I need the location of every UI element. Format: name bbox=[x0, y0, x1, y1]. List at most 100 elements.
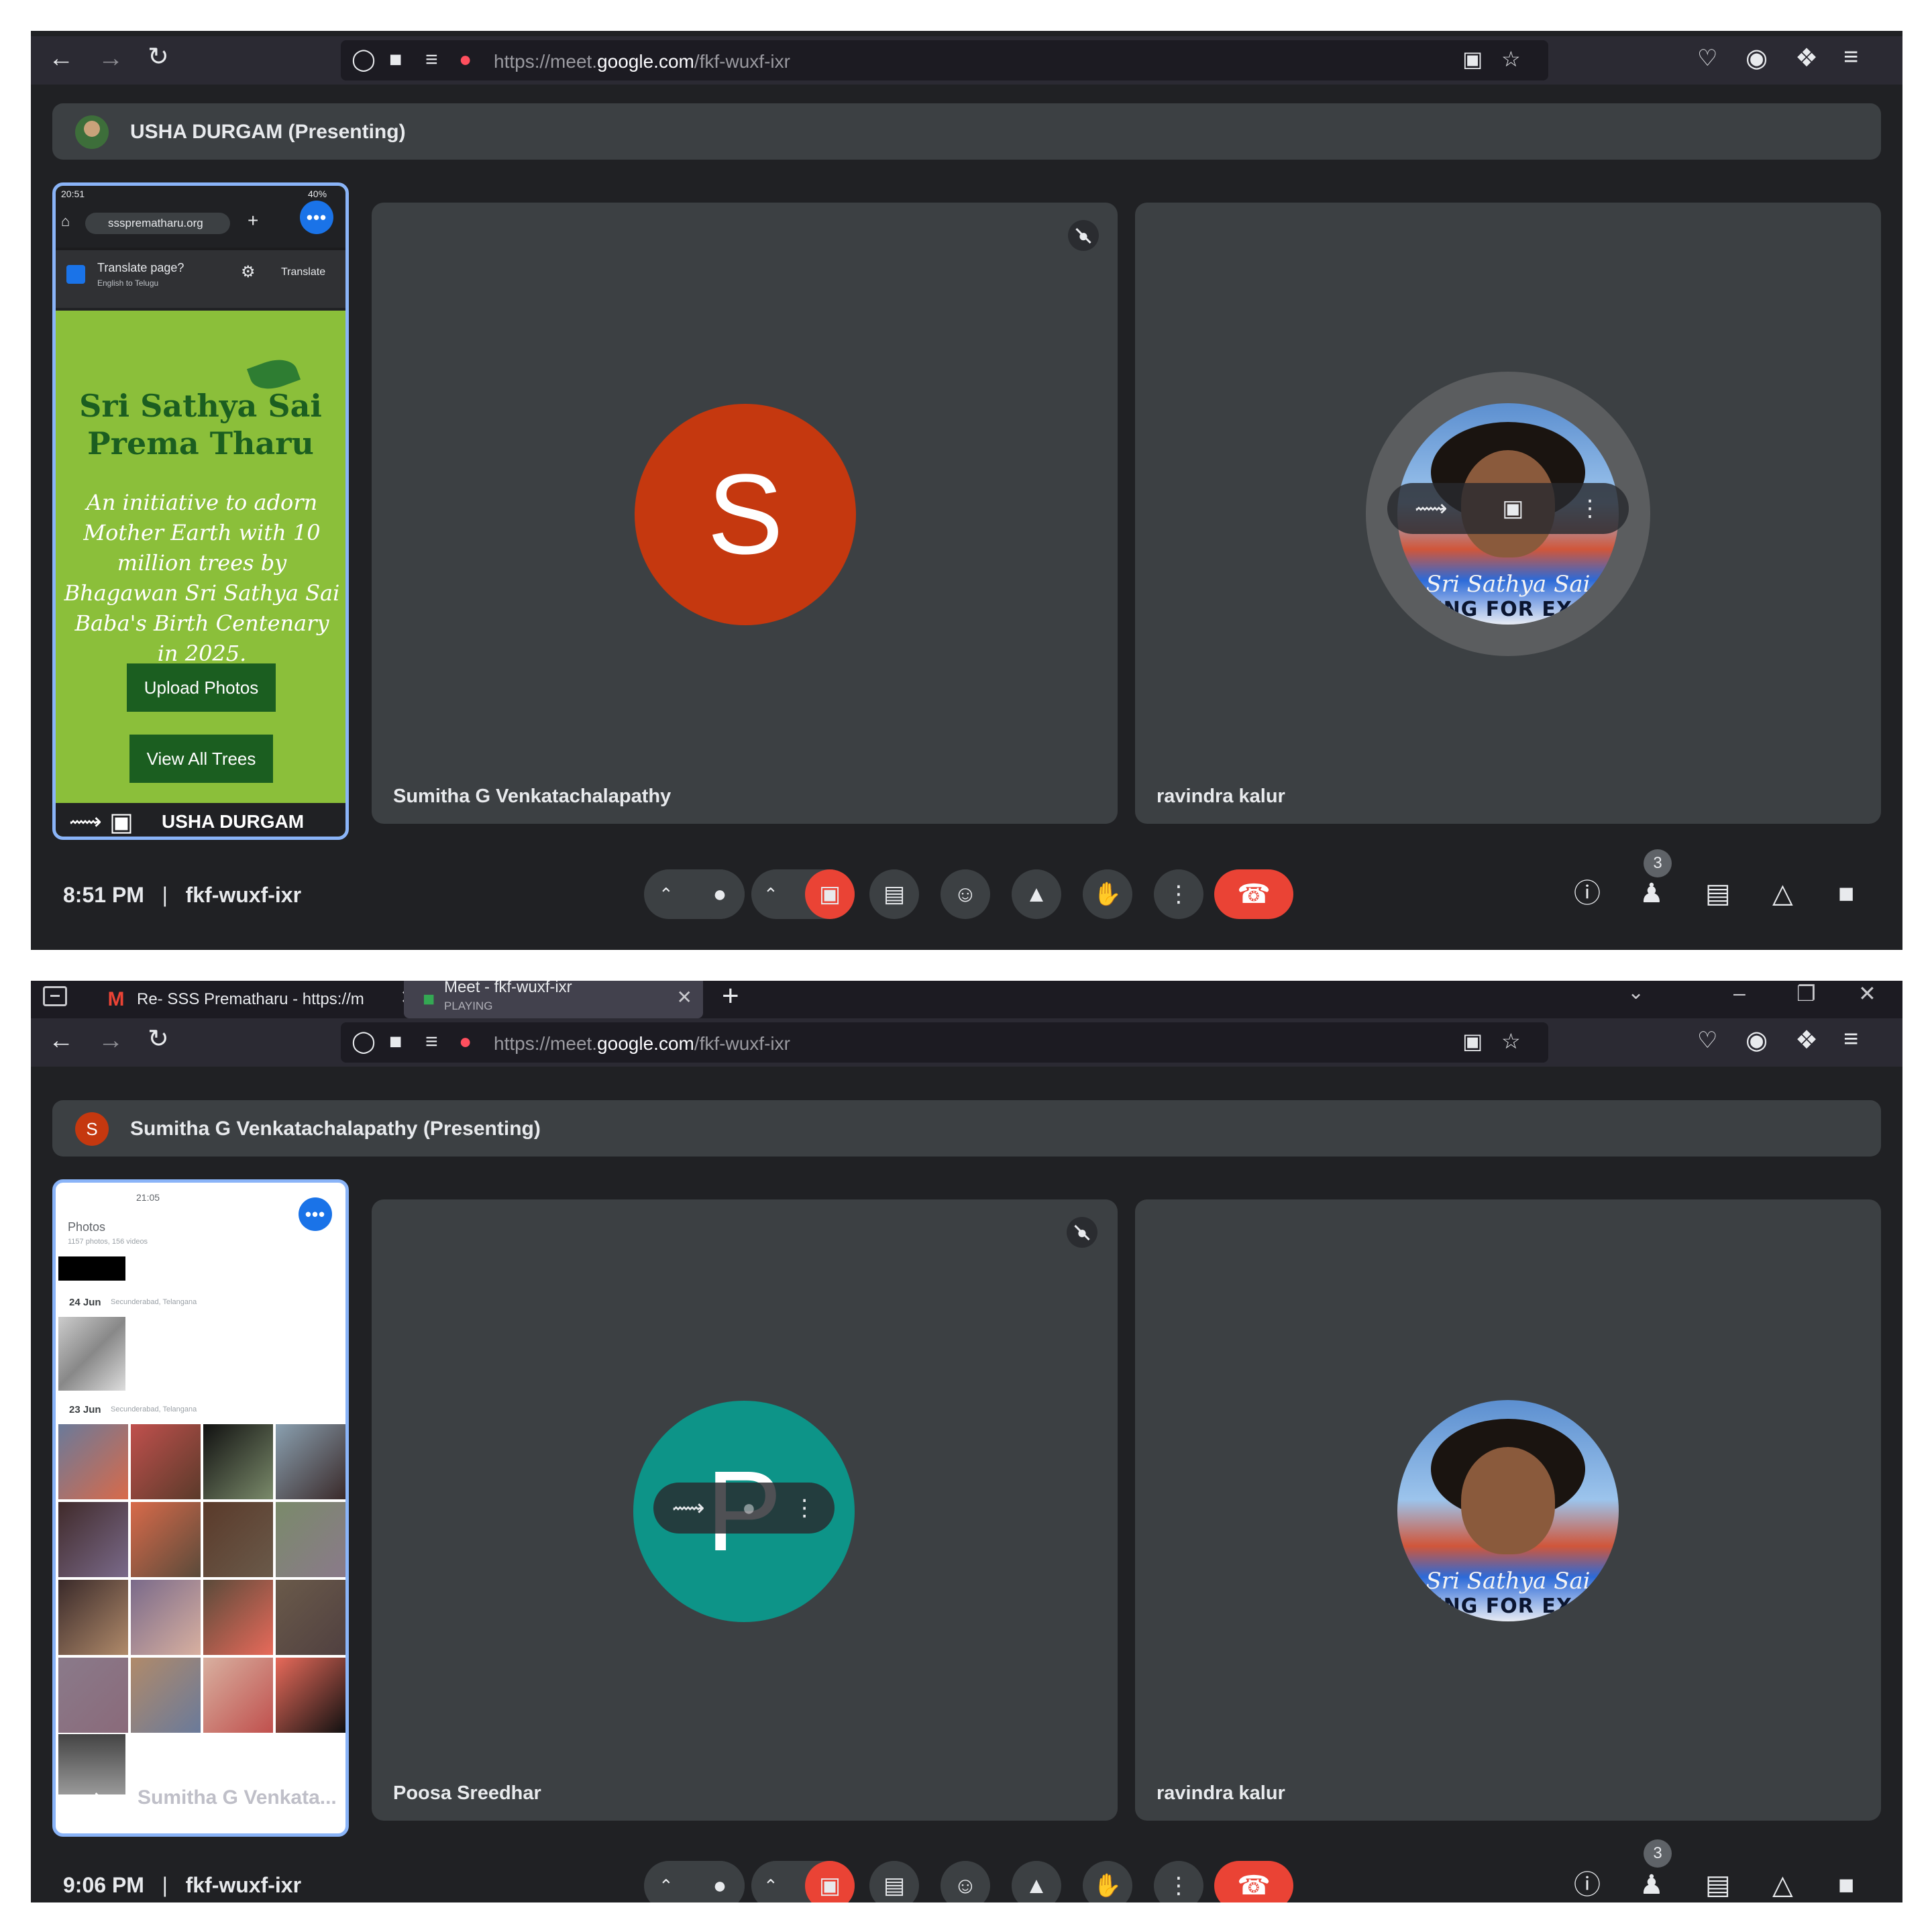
translate-title: Translate page? bbox=[97, 261, 184, 274]
host-controls-icon[interactable]: ■ bbox=[1838, 880, 1854, 907]
new-tab-icon[interactable]: + bbox=[722, 981, 739, 1013]
present-button[interactable]: ▲ bbox=[1012, 869, 1061, 919]
chevron-up-icon[interactable]: ⌃ bbox=[659, 884, 674, 905]
close-icon[interactable]: ✕ bbox=[677, 986, 692, 1008]
present-icon[interactable]: ▣ bbox=[109, 807, 133, 837]
account-icon[interactable]: ◉ bbox=[1746, 1028, 1768, 1053]
raise-hand-button[interactable]: ✋ bbox=[1083, 1861, 1132, 1902]
minimize-icon[interactable]: – bbox=[1733, 981, 1746, 1006]
raise-hand-button[interactable]: ✋ bbox=[1083, 869, 1132, 919]
permissions-icon[interactable]: ≡ bbox=[425, 48, 438, 70]
frame-person-icon[interactable]: ▣ bbox=[1502, 495, 1523, 522]
reload-icon[interactable]: ↻ bbox=[148, 44, 169, 70]
tile-hover-controls: ⟿ ▣ ⋮ bbox=[1387, 483, 1629, 534]
chat-icon[interactable]: ▤ bbox=[1705, 880, 1731, 907]
end-call-button[interactable]: ☎ bbox=[1214, 1861, 1293, 1902]
mic-button[interactable]: ● bbox=[695, 869, 745, 919]
lock-icon[interactable]: ■ bbox=[389, 48, 402, 70]
pocket-icon[interactable]: ♡ bbox=[1697, 47, 1717, 70]
participant-tile[interactable]: ● S Sumitha G Venkatachalapathy bbox=[372, 203, 1118, 824]
url-bar[interactable]: ◯ ■ ≡ ● https://meet.google.com/fkf-wuxf… bbox=[341, 1022, 1548, 1063]
host-controls-icon[interactable]: ■ bbox=[1838, 1872, 1854, 1898]
menu-icon[interactable]: ≡ bbox=[1843, 44, 1858, 70]
info-icon[interactable]: ⓘ bbox=[1574, 880, 1601, 907]
pocket-icon[interactable]: ♡ bbox=[1697, 1029, 1717, 1052]
reader-mode-icon[interactable]: ▣ bbox=[1462, 48, 1483, 70]
mic-blocked-icon[interactable]: ● bbox=[459, 48, 472, 70]
activities-icon[interactable]: △ bbox=[1772, 880, 1793, 907]
more-options-icon[interactable]: ⋮ bbox=[1578, 495, 1601, 522]
end-call-button[interactable]: ☎ bbox=[1214, 869, 1293, 919]
avatar bbox=[75, 115, 109, 149]
emoji-button[interactable]: ☺ bbox=[941, 869, 990, 919]
permissions-icon[interactable]: ≡ bbox=[425, 1030, 438, 1052]
people-icon[interactable]: ♟ bbox=[1640, 880, 1664, 907]
shield-icon[interactable]: ◯ bbox=[352, 48, 376, 70]
back-icon[interactable]: ← bbox=[48, 46, 74, 71]
restore-icon[interactable]: ❐ bbox=[1796, 981, 1816, 1006]
translate-subtitle: English to Telugu bbox=[97, 278, 159, 288]
extensions-icon[interactable]: ❖ bbox=[1795, 1028, 1818, 1053]
photos-date: 23 Jun bbox=[69, 1404, 101, 1415]
shield-icon[interactable]: ◯ bbox=[352, 1030, 376, 1052]
mic-blocked-icon[interactable]: ● bbox=[459, 1030, 472, 1052]
account-icon[interactable]: ◉ bbox=[1746, 46, 1768, 71]
present-button[interactable]: ▲ bbox=[1012, 1861, 1061, 1902]
participant-tile[interactable]: Sri Sathya Sai MING FOR EXCE ravindra ka… bbox=[1135, 1199, 1881, 1821]
pin-icon[interactable]: ⟿ bbox=[69, 808, 102, 835]
tab-gmail[interactable]: M Re- SSS Prematharu - https://m ✕ bbox=[91, 981, 427, 1018]
close-window-icon[interactable]: ✕ bbox=[1858, 981, 1876, 1006]
photo-thumbnail bbox=[131, 1658, 201, 1733]
captions-button[interactable]: ▤ bbox=[869, 869, 919, 919]
participant-name: Sumitha G Venkatachalapathy bbox=[393, 786, 672, 807]
tab-list-icon[interactable] bbox=[43, 986, 67, 1006]
star-icon[interactable]: ☆ bbox=[1501, 1030, 1521, 1052]
forward-icon[interactable]: → bbox=[98, 46, 123, 71]
participant-tile[interactable]: Sri Sathya Sai MING FOR EXCE ⟿ ▣ ⋮ ravin… bbox=[1135, 203, 1881, 824]
reader-mode-icon[interactable]: ▣ bbox=[1462, 1030, 1483, 1052]
lock-icon[interactable]: ■ bbox=[389, 1030, 402, 1052]
pin-icon[interactable]: ⟿ bbox=[672, 1495, 705, 1521]
more-options-button[interactable]: ⋮ bbox=[1154, 1861, 1203, 1902]
mic-button[interactable]: ● bbox=[695, 1861, 745, 1902]
chevron-up-icon[interactable]: ⌃ bbox=[659, 1876, 674, 1896]
phone-url-field: sssprematharu.org bbox=[85, 213, 230, 234]
more-options-icon[interactable]: ⋮ bbox=[793, 1495, 816, 1521]
phone-status-time: 21:05 bbox=[136, 1192, 160, 1203]
star-icon[interactable]: ☆ bbox=[1501, 48, 1521, 70]
pin-icon[interactable]: ⟿ bbox=[69, 1784, 102, 1811]
url-text[interactable]: https://meet.google.com/fkf-wuxf-ixr bbox=[494, 51, 790, 72]
chat-icon[interactable]: ▤ bbox=[1705, 1872, 1731, 1898]
chevron-up-icon[interactable]: ⌃ bbox=[763, 884, 778, 905]
chevron-down-icon[interactable]: ⌄ bbox=[1627, 981, 1644, 1004]
info-icon[interactable]: ⓘ bbox=[1574, 1872, 1601, 1898]
forward-icon[interactable]: → bbox=[98, 1028, 123, 1053]
people-icon[interactable]: ♟ bbox=[1640, 1872, 1664, 1898]
browser-nav-bar: ← → ↻ ◯ ■ ≡ ● https://meet.google.com/fk… bbox=[31, 1018, 1902, 1067]
camera-off-button[interactable]: ▣ bbox=[805, 1861, 855, 1902]
share-options-icon[interactable]: ••• bbox=[300, 201, 333, 234]
share-tile-footer: ⟿ ▣ USHA DURGAM bbox=[56, 803, 345, 837]
camera-off-button[interactable]: ▣ bbox=[805, 869, 855, 919]
browser-tab-strip: M Re- SSS Prematharu - https://m ✕ ■ Mee… bbox=[31, 981, 1902, 1018]
participant-tile[interactable]: ● P ⟿ ● ⋮ Poosa Sreedhar bbox=[372, 1199, 1118, 1821]
more-options-button[interactable]: ⋮ bbox=[1154, 869, 1203, 919]
tab-label: Meet - fkf-wuxf-ixr bbox=[444, 981, 572, 996]
menu-icon[interactable]: ≡ bbox=[1843, 1026, 1858, 1052]
share-options-icon[interactable]: ••• bbox=[299, 1197, 332, 1231]
emoji-button[interactable]: ☺ bbox=[941, 1861, 990, 1902]
screen-share-tile[interactable]: 20:51 40% ⌂ sssprematharu.org + Translat… bbox=[52, 182, 349, 840]
activities-icon[interactable]: △ bbox=[1772, 1872, 1793, 1898]
back-icon[interactable]: ← bbox=[48, 1028, 74, 1053]
url-bar[interactable]: ◯ ■ ≡ ● https://meet.google.com/fkf-wuxf… bbox=[341, 40, 1548, 80]
tab-meet[interactable]: ■ Meet - fkf-wuxf-ixr PLAYING ✕ bbox=[404, 981, 703, 1018]
reload-icon[interactable]: ↻ bbox=[148, 1026, 169, 1052]
url-text[interactable]: https://meet.google.com/fkf-wuxf-ixr bbox=[494, 1033, 790, 1055]
screen-share-tile[interactable]: 21:05 ••• Photos 1157 photos, 156 videos… bbox=[52, 1179, 349, 1837]
captions-button[interactable]: ▤ bbox=[869, 1861, 919, 1902]
pin-icon[interactable]: ⟿ bbox=[1415, 495, 1448, 522]
share-presenter-name: USHA DURGAM bbox=[162, 811, 305, 832]
chevron-up-icon[interactable]: ⌃ bbox=[763, 1876, 778, 1896]
extensions-icon[interactable]: ❖ bbox=[1795, 46, 1818, 71]
mute-participant-icon[interactable]: ● bbox=[742, 1495, 756, 1521]
